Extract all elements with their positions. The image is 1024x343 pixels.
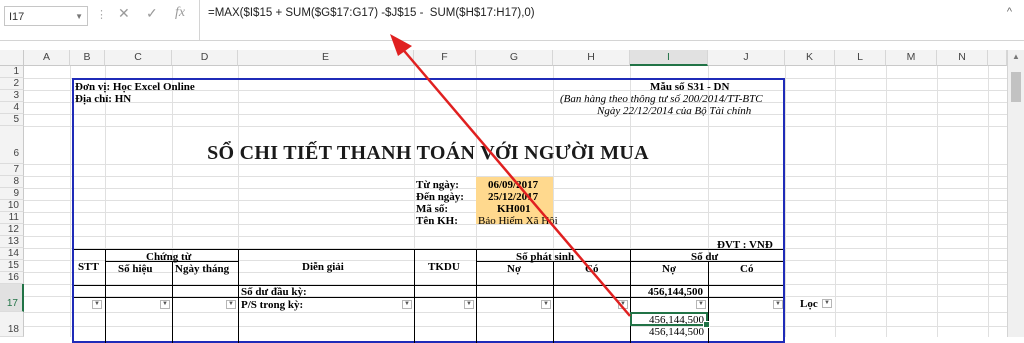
annotation-arrow xyxy=(390,34,631,317)
arrow-shaft xyxy=(399,45,631,317)
arrowhead-icon xyxy=(390,34,412,56)
